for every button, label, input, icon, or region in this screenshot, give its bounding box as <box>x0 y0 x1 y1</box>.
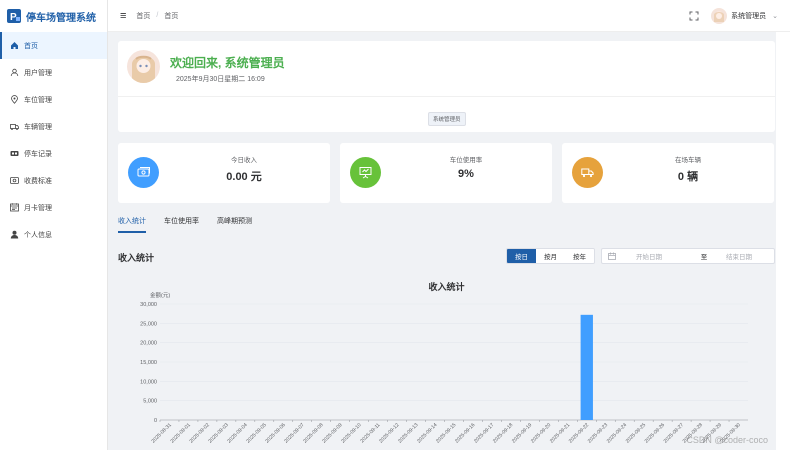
period-button-group: 按日 按月 按年 <box>506 248 595 264</box>
stat-card-1: 车位使用率 9% <box>340 143 552 203</box>
parking-logo-icon: P <box>7 9 21 23</box>
start-date-input[interactable]: 开始日期 <box>636 251 686 261</box>
chart-plot: 05,00010,00015,00020,00025,00030,0002025… <box>140 302 748 445</box>
fee-icon <box>10 176 19 185</box>
sidebar-item-label: 月卡管理 <box>24 204 52 212</box>
location-icon <box>10 95 19 104</box>
period-button-0[interactable]: 按日 <box>507 249 536 263</box>
sidebar-item-1[interactable]: 用户管理 <box>0 59 107 86</box>
role-tag: 系统管理员 <box>428 112 466 126</box>
sidebar-item-label: 首页 <box>24 42 38 50</box>
date-range-picker[interactable]: 开始日期 至 结束日期 <box>601 248 775 264</box>
stat-value: 0.00 元 <box>226 171 262 183</box>
breadcrumb-separator: / <box>156 12 159 19</box>
user-icon <box>10 68 19 77</box>
fullscreen-icon[interactable] <box>689 11 699 21</box>
scrollbar-track[interactable] <box>776 32 790 450</box>
welcome-date: 2025年9月30日星期二 16:09 <box>176 76 265 83</box>
y-tick-label: 25,000 <box>140 321 157 327</box>
app-title: 停车场管理系统 <box>26 12 96 24</box>
y-tick-label: 20,000 <box>140 341 157 347</box>
sidebar-item-label: 用户管理 <box>24 69 52 77</box>
sidebar-item-label: 个人信息 <box>24 231 52 239</box>
welcome-card: 欢迎回来, 系统管理员 2025年9月30日星期二 16:09 系统管理员 <box>118 41 775 132</box>
watermark: CSDN @coder-coco <box>686 435 768 445</box>
brand[interactable]: P 停车场管理系统 <box>0 0 107 32</box>
y-tick-label: 15,000 <box>140 360 157 366</box>
stat-card-2: 在场车辆 0 辆 <box>562 143 774 203</box>
record-icon <box>10 149 19 158</box>
income-chart: 收入统计 金额(元) 0 5,000 10,000 15,000 20,000 25,00… <box>118 276 775 450</box>
period-button-2[interactable]: 按年 <box>565 249 594 263</box>
sidebar-menu: 首页用户管理车位管理车辆管理停车记录收费标准月卡管理个人信息 <box>0 32 107 248</box>
tab-1[interactable]: 车位使用率 <box>164 216 199 233</box>
sidebar-item-3[interactable]: 车辆管理 <box>0 113 107 140</box>
sidebar: P 停车场管理系统 首页用户管理车位管理车辆管理停车记录收费标准月卡管理个人信息 <box>0 0 108 450</box>
user-avatar[interactable] <box>711 7 728 24</box>
sidebar-item-label: 停车记录 <box>24 150 52 158</box>
y-tick-label: 0 <box>154 418 157 424</box>
period-button-1[interactable]: 按月 <box>536 249 565 263</box>
stat-label: 今日收入 <box>231 157 257 164</box>
sidebar-item-2[interactable]: 车位管理 <box>0 86 107 113</box>
calendar-icon <box>608 252 616 260</box>
sidebar-item-5[interactable]: 收费标准 <box>0 167 107 194</box>
card-icon <box>10 203 19 212</box>
end-date-input[interactable]: 结束日期 <box>726 251 752 261</box>
chart-bar <box>580 314 593 420</box>
section-title: 收入统计 <box>118 253 155 263</box>
truck-icon <box>10 122 19 131</box>
tab-2[interactable]: 高峰期预测 <box>217 216 252 233</box>
main-content: 欢迎回来, 系统管理员 2025年9月30日星期二 16:09 系统管理员 今日… <box>108 32 790 450</box>
y-tick-label: 5,000 <box>143 399 157 405</box>
home-icon <box>10 41 19 50</box>
user-name[interactable]: 系统管理员 <box>731 11 766 21</box>
menu-toggle-icon[interactable]: ≡ <box>120 10 126 22</box>
welcome-title: 欢迎回来, 系统管理员 <box>170 56 285 70</box>
sidebar-item-0[interactable]: 首页 <box>0 32 107 59</box>
welcome-avatar <box>127 50 160 83</box>
topbar: ≡ 首页 / 首页 系统管理员 ⌄ <box>108 0 790 32</box>
sidebar-item-6[interactable]: 月卡管理 <box>0 194 107 221</box>
person-icon <box>10 230 19 239</box>
stat-card-0: 今日收入 0.00 元 <box>118 143 330 203</box>
tab-0[interactable]: 收入统计 <box>118 216 146 233</box>
sidebar-item-label: 收费标准 <box>24 177 52 185</box>
tabs: 收入统计 车位使用率 高峰期预测 <box>118 216 775 233</box>
stat-value: 9% <box>458 168 474 180</box>
sidebar-item-7[interactable]: 个人信息 <box>0 221 107 248</box>
breadcrumb-root[interactable]: 首页 <box>136 11 150 21</box>
y-tick-label: 10,000 <box>140 379 157 385</box>
y-tick-label: 30,000 <box>140 302 157 308</box>
sidebar-item-label: 车辆管理 <box>24 123 52 131</box>
sidebar-item-4[interactable]: 停车记录 <box>0 140 107 167</box>
sidebar-item-label: 车位管理 <box>24 96 52 104</box>
chevron-down-icon[interactable]: ⌄ <box>772 12 778 20</box>
divider <box>118 96 775 97</box>
breadcrumb-current: 首页 <box>164 12 179 20</box>
stat-label: 在场车辆 <box>675 157 701 164</box>
date-range-separator: 至 <box>700 254 708 261</box>
svg-text:P: P <box>10 12 17 23</box>
stat-label: 车位使用率 <box>449 157 483 164</box>
stat-value: 0 辆 <box>677 171 699 183</box>
